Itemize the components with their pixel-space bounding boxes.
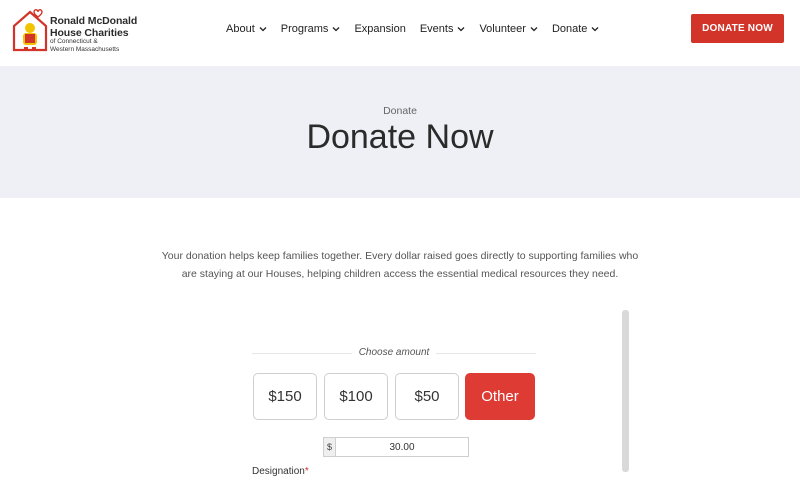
breadcrumb[interactable]: Donate	[0, 105, 800, 117]
nav-item-label: Volunteer	[479, 23, 526, 35]
nav-item-volunteer[interactable]: Volunteer	[479, 22, 538, 36]
nav-item-label: About	[226, 23, 255, 35]
nav-item-about[interactable]: About	[226, 22, 267, 36]
chevron-down-icon	[530, 27, 538, 32]
currency-symbol: $	[324, 438, 336, 456]
nav-item-label: Donate	[551, 23, 588, 35]
divider	[436, 353, 536, 354]
nav-item-label: Programs	[280, 23, 329, 35]
page-title: Donate Now	[306, 118, 494, 156]
site-logo[interactable]: Ronald McDonald House Charities of Conne…	[10, 6, 140, 54]
form-scrollbar[interactable]	[622, 310, 629, 472]
chevron-down-icon	[332, 27, 340, 32]
chevron-down-icon	[259, 27, 267, 32]
main-nav: About Programs Expansion Events Voluntee…	[226, 22, 613, 36]
logo-line-2: House Charities	[50, 26, 129, 39]
site-header: Ronald McDonald House Charities of Conne…	[0, 0, 800, 66]
amount-150-button[interactable]: $150	[253, 373, 317, 420]
custom-amount-field: $	[323, 437, 469, 457]
amount-other-button[interactable]: Other	[465, 373, 535, 420]
nav-item-label: Expansion	[354, 23, 406, 35]
intro-text: Your donation helps keep families togeth…	[161, 250, 639, 280]
rmhc-house-logo-icon	[12, 9, 48, 52]
custom-amount-input[interactable]	[336, 438, 468, 456]
nav-item-donate[interactable]: Donate	[552, 22, 599, 36]
amount-50-button[interactable]: $50	[395, 373, 459, 420]
page-hero: Donate Donate Now	[0, 66, 800, 198]
choose-amount-header: Choose amount	[252, 346, 536, 360]
chevron-down-icon	[457, 27, 465, 32]
logo-line-3: of Connecticut &	[50, 38, 98, 45]
amount-100-button[interactable]: $100	[324, 373, 388, 420]
donate-now-button[interactable]: DONATE NOW	[691, 14, 784, 43]
nav-item-label: Events	[419, 23, 454, 35]
logo-line-4: Western Massachusetts	[50, 45, 120, 53]
logo-line-1: Ronald McDonald	[50, 15, 138, 27]
chevron-down-icon	[591, 27, 599, 32]
nav-item-expansion[interactable]: Expansion	[354, 22, 405, 36]
logo-text: Ronald McDonald House Charities of Conne…	[50, 16, 137, 53]
nav-item-programs[interactable]: Programs	[281, 22, 341, 36]
nav-item-events[interactable]: Events	[420, 22, 466, 36]
